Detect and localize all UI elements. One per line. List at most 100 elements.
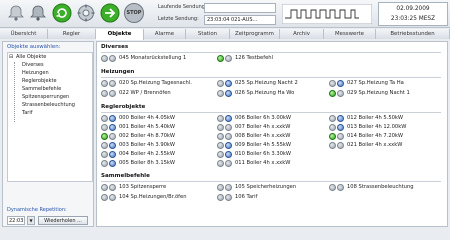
off-button[interactable] [217, 151, 224, 158]
object-item[interactable]: 020 Sp.Heizung Tagesnachl. [101, 80, 211, 88]
repetition-time-input[interactable]: 22:03 [7, 216, 25, 225]
off-button[interactable] [101, 194, 108, 201]
on-button[interactable] [109, 142, 116, 149]
on-button[interactable] [337, 115, 344, 122]
on-button[interactable] [109, 124, 116, 131]
off-button[interactable] [217, 160, 224, 167]
object-item[interactable]: 104 Sp.Heizungen/Br.öfen [101, 194, 211, 202]
on-button[interactable] [109, 151, 116, 158]
off-button[interactable] [101, 151, 108, 158]
object-item[interactable]: 012 Boiler 4h 5.50kW [329, 115, 439, 123]
forward-icon[interactable] [100, 3, 120, 23]
tab-objekte[interactable]: Objekte [96, 29, 144, 40]
active-button[interactable] [329, 133, 336, 140]
tree-item-heizungen[interactable]: Heizungen [22, 70, 49, 76]
tree-item-reglerobjekte[interactable]: Reglerobjekte [22, 78, 57, 84]
tree-expand-icon[interactable]: ⊟ [9, 54, 13, 60]
tab-zeitprogramm[interactable]: Zeitprogramm [230, 29, 280, 39]
active-button[interactable] [101, 133, 108, 140]
off-button[interactable] [101, 124, 108, 131]
refresh-icon[interactable] [52, 3, 72, 23]
active-button[interactable] [217, 55, 224, 62]
object-item[interactable]: 103 Spitzensperre [101, 184, 211, 192]
object-item[interactable]: 025 Sp.Heizung Nacht 2 [217, 80, 327, 88]
off-button[interactable] [101, 184, 108, 191]
on-button[interactable] [109, 160, 116, 167]
object-item[interactable]: 002 Boiler 4h 8.70kW [101, 133, 211, 141]
tab-messwerte[interactable]: Messwerte [324, 29, 376, 39]
tree-item-diverses[interactable]: Diverses [22, 62, 44, 68]
object-item[interactable]: 011 Boiler 4h x.xxkW [217, 160, 327, 168]
object-item[interactable]: 005 Boiler 8h 3.15kW [101, 160, 211, 168]
off-button[interactable] [329, 115, 336, 122]
on-button[interactable] [109, 194, 116, 201]
tree-item-sammelbefehle[interactable]: Sammelbefehle [22, 86, 61, 92]
active-button[interactable] [329, 90, 336, 97]
on-button[interactable] [225, 115, 232, 122]
off-button[interactable] [329, 80, 336, 87]
tab-uebersicht[interactable]: Übersicht [0, 29, 48, 39]
on-button[interactable] [225, 142, 232, 149]
object-item[interactable]: 045 Monatsrückstellung 1 [101, 55, 211, 63]
tree-item-spitzensperrungen[interactable]: Spitzensperrungen [22, 94, 69, 100]
on-button[interactable] [337, 142, 344, 149]
bell-icon[interactable] [6, 3, 26, 23]
stop-icon[interactable]: STOP [124, 3, 144, 23]
object-item[interactable]: 029 Sp.Heizung Nacht 1 [329, 90, 439, 98]
object-item[interactable]: 008 Boiler 4h x.xxkW [217, 133, 327, 141]
object-item[interactable]: 009 Boiler 4h 5.55kW [217, 142, 327, 150]
object-item[interactable]: 004 Boiler 4h 2.55kW [101, 151, 211, 159]
on-button[interactable] [225, 194, 232, 201]
off-button[interactable] [101, 160, 108, 167]
bell-icon[interactable] [28, 3, 48, 23]
off-button[interactable] [217, 90, 224, 97]
on-button[interactable] [225, 151, 232, 158]
off-button[interactable] [101, 80, 108, 87]
off-button[interactable] [329, 142, 336, 149]
object-item[interactable]: 000 Boiler 4h 4.05kW [101, 115, 211, 123]
gear-icon[interactable] [76, 3, 96, 23]
on-button[interactable] [109, 55, 116, 62]
on-button[interactable] [225, 90, 232, 97]
on-button[interactable] [337, 133, 344, 140]
object-item[interactable]: 108 Strassenbeleuchtung [329, 184, 439, 192]
object-item[interactable]: 126 Testbefehl [217, 55, 327, 63]
object-item[interactable]: 013 Boiler 4h 12.00kW [329, 124, 439, 132]
off-button[interactable] [329, 184, 336, 191]
tab-alarme[interactable]: Alarme [144, 29, 186, 39]
tree-item-strassenbeleuchtung[interactable]: Strassenbeleuchtung [22, 102, 75, 108]
on-button[interactable] [225, 184, 232, 191]
tab-regler[interactable]: Regler [48, 29, 96, 39]
on-button[interactable] [109, 80, 116, 87]
chevron-down-icon[interactable]: ▼ [27, 216, 35, 225]
object-item[interactable]: 105 Speicherheizungen [217, 184, 327, 192]
on-button[interactable] [337, 80, 344, 87]
off-button[interactable] [217, 184, 224, 191]
off-button[interactable] [217, 194, 224, 201]
on-button[interactable] [225, 80, 232, 87]
tab-archiv[interactable]: Archiv [280, 29, 324, 39]
on-button[interactable] [225, 133, 232, 140]
object-item[interactable]: 021 Boiler 4h x.xxkW [329, 142, 439, 150]
object-item[interactable]: 003 Boiler 4h 3.90kW [101, 142, 211, 150]
object-item[interactable]: 027 Sp.Heizung Ta Ha [329, 80, 439, 88]
off-button[interactable] [329, 124, 336, 131]
off-button[interactable] [101, 55, 108, 62]
object-item[interactable]: 014 Boiler 4h 7.20kW [329, 133, 439, 141]
on-button[interactable] [109, 115, 116, 122]
repeat-button[interactable]: Wiederholen ... [38, 216, 88, 225]
object-item[interactable]: 106 Tarif [217, 194, 327, 202]
on-button[interactable] [109, 133, 116, 140]
off-button[interactable] [217, 80, 224, 87]
tree-item-tarif[interactable]: Tarif [22, 110, 33, 116]
on-button[interactable] [337, 90, 344, 97]
object-item[interactable]: 022 WP / Brennöfen [101, 90, 211, 98]
object-item[interactable]: 026 Sp.Heizung Ha Wo [217, 90, 327, 98]
on-button[interactable] [337, 184, 344, 191]
off-button[interactable] [217, 133, 224, 140]
tab-station[interactable]: Station [186, 29, 230, 39]
on-button[interactable] [225, 160, 232, 167]
off-button[interactable] [217, 115, 224, 122]
object-item[interactable]: 007 Boiler 4h x.xxkW [217, 124, 327, 132]
object-item[interactable]: 001 Boiler 4h 5.40kW [101, 124, 211, 132]
